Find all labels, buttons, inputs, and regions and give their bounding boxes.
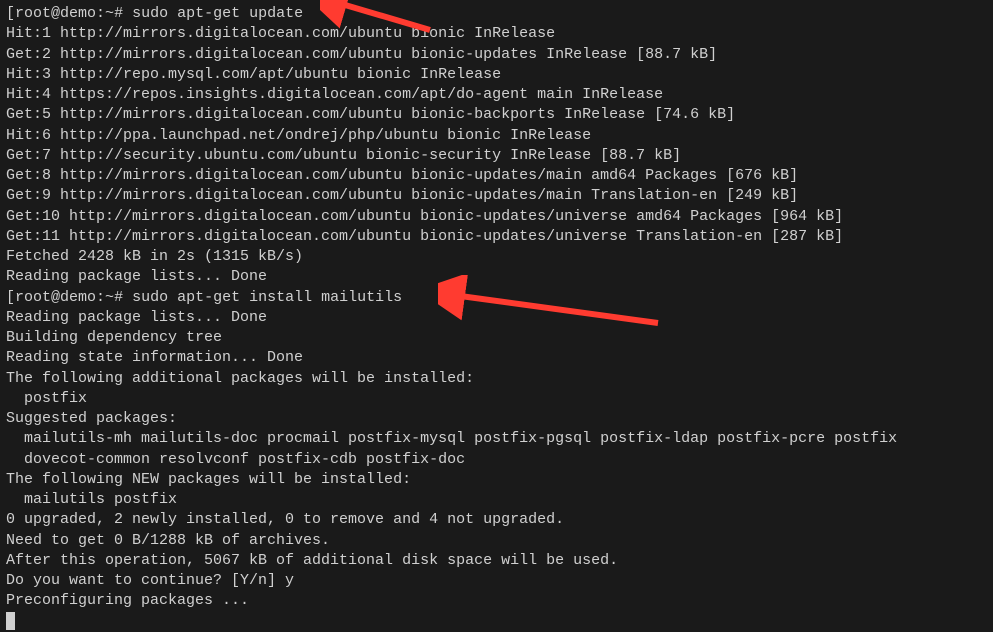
output-line: Get:10 http://mirrors.digitalocean.com/u… — [6, 207, 987, 227]
output-line: Fetched 2428 kB in 2s (1315 kB/s) — [6, 247, 987, 267]
prompt-open: [ — [6, 289, 15, 306]
prompt-userhost: root@demo — [15, 289, 96, 306]
output-line: mailutils-mh mailutils-doc procmail post… — [6, 429, 987, 449]
output-line: Hit:1 http://mirrors.digitalocean.com/ub… — [6, 24, 987, 44]
prompt-open: [ — [6, 5, 15, 22]
output-line: dovecot-common resolvconf postfix-cdb po… — [6, 450, 987, 470]
prompt-path: ~ — [105, 5, 114, 22]
cursor-line — [6, 612, 987, 632]
output-line: The following additional packages will b… — [6, 369, 987, 389]
output-line: After this operation, 5067 kB of additio… — [6, 551, 987, 571]
output-line: Get:2 http://mirrors.digitalocean.com/ub… — [6, 45, 987, 65]
output-line: 0 upgraded, 2 newly installed, 0 to remo… — [6, 510, 987, 530]
command-text: sudo apt-get update — [132, 5, 303, 22]
output-line: Suggested packages: — [6, 409, 987, 429]
output-line: Get:7 http://security.ubuntu.com/ubuntu … — [6, 146, 987, 166]
output-line: Hit:4 https://repos.insights.digitalocea… — [6, 85, 987, 105]
output-line: Hit:6 http://ppa.launchpad.net/ondrej/ph… — [6, 126, 987, 146]
prompt-userhost: root@demo — [15, 5, 96, 22]
output-line: Building dependency tree — [6, 328, 987, 348]
prompt-line-2: [root@demo:~# sudo apt-get install mailu… — [6, 288, 987, 308]
prompt-close: # — [114, 5, 132, 22]
terminal-output[interactable]: [root@demo:~# sudo apt-get update Hit:1 … — [6, 4, 987, 632]
output-line: Reading state information... Done — [6, 348, 987, 368]
output-line: mailutils postfix — [6, 490, 987, 510]
prompt-colon: : — [96, 5, 105, 22]
prompt-colon: : — [96, 289, 105, 306]
prompt-line-1: [root@demo:~# sudo apt-get update — [6, 4, 987, 24]
output-line: Get:5 http://mirrors.digitalocean.com/ub… — [6, 105, 987, 125]
prompt-path: ~ — [105, 289, 114, 306]
output-line: Get:8 http://mirrors.digitalocean.com/ub… — [6, 166, 987, 186]
output-line: Reading package lists... Done — [6, 308, 987, 328]
output-line: Do you want to continue? [Y/n] y — [6, 571, 987, 591]
output-line: Need to get 0 B/1288 kB of archives. — [6, 531, 987, 551]
output-line: postfix — [6, 389, 987, 409]
output-line: Get:11 http://mirrors.digitalocean.com/u… — [6, 227, 987, 247]
output-line: Hit:3 http://repo.mysql.com/apt/ubuntu b… — [6, 65, 987, 85]
prompt-close: # — [114, 289, 132, 306]
cursor-block — [6, 612, 15, 630]
output-line: The following NEW packages will be insta… — [6, 470, 987, 490]
output-line: Reading package lists... Done — [6, 267, 987, 287]
output-line: Preconfiguring packages ... — [6, 591, 987, 611]
output-line: Get:9 http://mirrors.digitalocean.com/ub… — [6, 186, 987, 206]
command-text: sudo apt-get install mailutils — [132, 289, 402, 306]
